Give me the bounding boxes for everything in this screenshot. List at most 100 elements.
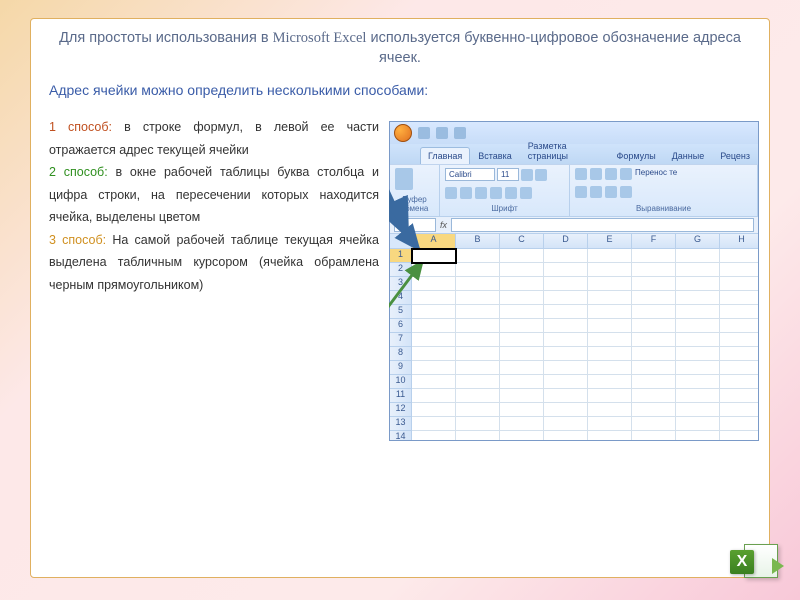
cell-B7[interactable]	[456, 333, 500, 347]
cell-E3[interactable]	[588, 277, 632, 291]
tab-home[interactable]: Главная	[420, 147, 470, 164]
cell-E1[interactable]	[588, 249, 632, 263]
cell-C1[interactable]	[500, 249, 544, 263]
cell-C6[interactable]	[500, 319, 544, 333]
cell-H4[interactable]	[720, 291, 759, 305]
cell-H7[interactable]	[720, 333, 759, 347]
col-header-G[interactable]: G	[676, 234, 720, 249]
cell-E6[interactable]	[588, 319, 632, 333]
cell-D8[interactable]	[544, 347, 588, 361]
cell-G8[interactable]	[676, 347, 720, 361]
tab-layout[interactable]: Разметка страницы	[520, 137, 609, 164]
row-header-4[interactable]: 4	[390, 291, 412, 305]
cell-F9[interactable]	[632, 361, 676, 375]
cell-A6[interactable]	[412, 319, 456, 333]
cell-B6[interactable]	[456, 319, 500, 333]
cell-B3[interactable]	[456, 277, 500, 291]
excel-logo-icon[interactable]: X	[730, 540, 778, 584]
row-header-6[interactable]: 6	[390, 319, 412, 333]
cell-C11[interactable]	[500, 389, 544, 403]
cell-B10[interactable]	[456, 375, 500, 389]
cell-D3[interactable]	[544, 277, 588, 291]
paste-icon[interactable]	[395, 168, 413, 190]
italic-icon[interactable]	[460, 187, 472, 199]
cell-G6[interactable]	[676, 319, 720, 333]
formula-bar[interactable]	[451, 218, 754, 232]
cell-G2[interactable]	[676, 263, 720, 277]
cell-F6[interactable]	[632, 319, 676, 333]
align-right-icon[interactable]	[605, 186, 617, 198]
cell-H11[interactable]	[720, 389, 759, 403]
cell-H6[interactable]	[720, 319, 759, 333]
cell-B13[interactable]	[456, 417, 500, 431]
cell-A11[interactable]	[412, 389, 456, 403]
cell-E12[interactable]	[588, 403, 632, 417]
cell-B9[interactable]	[456, 361, 500, 375]
tab-insert[interactable]: Вставка	[470, 147, 519, 164]
cell-G3[interactable]	[676, 277, 720, 291]
cell-G11[interactable]	[676, 389, 720, 403]
fx-icon[interactable]: fx	[440, 220, 447, 230]
office-button-icon[interactable]	[394, 124, 412, 142]
cell-F14[interactable]	[632, 431, 676, 441]
fill-color-icon[interactable]	[505, 187, 517, 199]
cell-G9[interactable]	[676, 361, 720, 375]
cell-B2[interactable]	[456, 263, 500, 277]
cell-G13[interactable]	[676, 417, 720, 431]
cell-C13[interactable]	[500, 417, 544, 431]
cell-C5[interactable]	[500, 305, 544, 319]
cell-A5[interactable]	[412, 305, 456, 319]
cell-F11[interactable]	[632, 389, 676, 403]
name-box[interactable]: A1	[394, 218, 436, 232]
align-left-icon[interactable]	[575, 186, 587, 198]
cell-E2[interactable]	[588, 263, 632, 277]
col-header-E[interactable]: E	[588, 234, 632, 249]
cell-F4[interactable]	[632, 291, 676, 305]
cell-D6[interactable]	[544, 319, 588, 333]
cell-H9[interactable]	[720, 361, 759, 375]
row-header-5[interactable]: 5	[390, 305, 412, 319]
cell-B5[interactable]	[456, 305, 500, 319]
row-header-10[interactable]: 10	[390, 375, 412, 389]
cell-H10[interactable]	[720, 375, 759, 389]
cell-E11[interactable]	[588, 389, 632, 403]
cell-A1[interactable]	[412, 249, 456, 263]
cell-H14[interactable]	[720, 431, 759, 441]
cell-D14[interactable]	[544, 431, 588, 441]
cell-H2[interactable]	[720, 263, 759, 277]
cell-G4[interactable]	[676, 291, 720, 305]
worksheet-grid[interactable]: ABCDEFGH1234567891011121314	[390, 234, 758, 441]
cell-F12[interactable]	[632, 403, 676, 417]
bold-icon[interactable]	[445, 187, 457, 199]
cell-D10[interactable]	[544, 375, 588, 389]
tab-review[interactable]: Реценз	[712, 147, 758, 164]
cell-B11[interactable]	[456, 389, 500, 403]
cell-H12[interactable]	[720, 403, 759, 417]
cell-B4[interactable]	[456, 291, 500, 305]
cell-H13[interactable]	[720, 417, 759, 431]
shrink-font-icon[interactable]	[535, 169, 547, 181]
cell-A8[interactable]	[412, 347, 456, 361]
cell-G14[interactable]	[676, 431, 720, 441]
cell-B12[interactable]	[456, 403, 500, 417]
cell-A4[interactable]	[412, 291, 456, 305]
cell-F10[interactable]	[632, 375, 676, 389]
cell-C3[interactable]	[500, 277, 544, 291]
cell-E14[interactable]	[588, 431, 632, 441]
cell-C9[interactable]	[500, 361, 544, 375]
cell-A9[interactable]	[412, 361, 456, 375]
cell-A3[interactable]	[412, 277, 456, 291]
cell-H5[interactable]	[720, 305, 759, 319]
cell-E10[interactable]	[588, 375, 632, 389]
align-center-icon[interactable]	[590, 186, 602, 198]
cell-D9[interactable]	[544, 361, 588, 375]
align-top-icon[interactable]	[575, 168, 587, 180]
cell-F7[interactable]	[632, 333, 676, 347]
cell-A7[interactable]	[412, 333, 456, 347]
cell-A2[interactable]	[412, 263, 456, 277]
cell-A14[interactable]	[412, 431, 456, 441]
col-header-D[interactable]: D	[544, 234, 588, 249]
qat-save-icon[interactable]	[418, 127, 430, 139]
cell-E7[interactable]	[588, 333, 632, 347]
cell-G7[interactable]	[676, 333, 720, 347]
